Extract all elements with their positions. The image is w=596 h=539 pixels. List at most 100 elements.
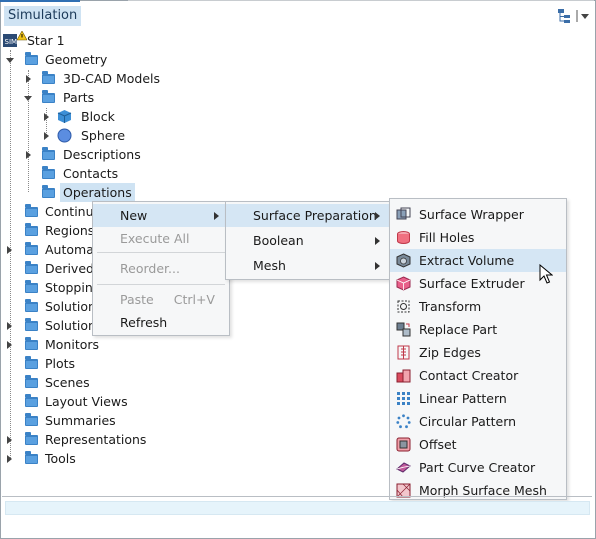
tree-item-label: Plots [45,356,76,371]
expand-arrow-icon[interactable] [7,322,12,330]
tree-item-automation[interactable]: Automation [0,240,92,259]
tree-item-derived-parts[interactable]: Derived Parts [0,259,92,278]
menu-item-label: Execute All [120,231,190,246]
submenu-arrow-icon [375,237,380,245]
expand-arrow-icon[interactable] [26,75,31,83]
expand-arrow-icon[interactable] [7,436,12,444]
tree-item-plots[interactable]: Plots [0,354,200,373]
tree-item-star[interactable]: SIM Star 1 [0,31,200,50]
menu-item-label: Offset [419,437,457,452]
menu-item-refresh[interactable]: Refresh [93,311,229,334]
surface-preparation-submenu: Surface Wrapper Fill Holes Extract Volum… [389,198,567,500]
menu-item-label: Circular Pattern [419,414,517,429]
panel-menu-icon[interactable] [576,8,592,24]
tree-item-label: Geometry [45,52,108,67]
menu-item-new[interactable]: New [93,204,229,227]
tree-item-representations[interactable]: Representations [0,430,200,449]
tree-item-continua[interactable]: Continua [0,202,92,221]
menu-item-boolean[interactable]: Boolean [226,229,390,252]
menu-item-offset[interactable]: Offset [390,433,566,456]
tree-item-label: Stopping Criteria [45,280,92,295]
menu-item-surface-wrapper[interactable]: Surface Wrapper [390,203,566,226]
menu-separator [97,252,225,253]
menu-item-label: Refresh [120,315,168,330]
tree-item-label: Monitors [45,337,100,352]
menu-item-mesh[interactable]: Mesh [226,254,390,277]
tree-item-contacts[interactable]: Contacts [0,164,200,183]
menu-item-label: Reorder... [120,261,180,276]
tree-item-label: Summaries [45,413,116,428]
tree-item-label: Parts [63,90,95,105]
panel-title[interactable]: Simulation [4,6,82,26]
menu-item-label: Surface Wrapper [419,207,524,222]
collapse-arrow-icon[interactable] [24,96,32,101]
svg-text:SIM: SIM [5,38,18,46]
submenu-arrow-icon [375,212,380,220]
folder-icon [25,432,38,445]
folder-icon [25,242,38,255]
menu-item-fill-holes[interactable]: Fill Holes [390,226,566,249]
menu-item-transform[interactable]: Transform [390,295,566,318]
expand-arrow-icon[interactable] [44,113,49,121]
zip-edges-icon [397,345,410,360]
menu-item-circular-pattern[interactable]: Circular Pattern [390,410,566,433]
expand-arrow-icon[interactable] [26,151,31,159]
menu-item-surface-preparation[interactable]: Surface Preparation [226,204,390,227]
tree-item-3d-cad-models[interactable]: 3D-CAD Models [0,69,200,88]
tree-item-stopping-criteria[interactable]: Stopping Criteria [0,278,92,297]
tree-item-scenes[interactable]: Scenes [0,373,200,392]
folder-icon [42,147,55,160]
tree-item-block[interactable]: Block [0,107,200,126]
tree-item-operations[interactable]: Operations [0,183,200,202]
tree-item-solution-views[interactable]: Solution Views [0,316,92,335]
tree-item-label: Derived Parts [45,261,92,276]
new-submenu: Surface Preparation Boolean Mesh [225,201,391,280]
folder-icon [25,223,38,236]
linear-pattern-icon [397,392,410,405]
tree-item-geometry[interactable]: Geometry [0,50,200,69]
folder-icon [25,451,38,464]
expand-arrow-icon[interactable] [7,341,12,349]
tree-item-label: Representations [45,432,147,447]
tree-item-monitors[interactable]: Monitors [0,335,200,354]
menu-item-contact-creator[interactable]: Contact Creator [390,364,566,387]
menu-item-paste[interactable]: Paste Ctrl+V [93,288,229,311]
folder-icon [25,280,38,293]
expand-arrow-icon[interactable] [7,246,12,254]
tree-item-label: 3D-CAD Models [63,71,161,86]
expand-arrow-icon[interactable] [7,455,12,463]
menu-item-linear-pattern[interactable]: Linear Pattern [390,387,566,410]
tree-item-layout-views[interactable]: Layout Views [0,392,200,411]
menu-item-execute-all[interactable]: Execute All [93,227,229,250]
surface-wrapper-icon [396,207,411,220]
tree-item-parts[interactable]: Parts [0,88,200,107]
tree-item-regions[interactable]: Regions [0,221,92,240]
tree-item-label: Layout Views [45,394,128,409]
folder-icon [42,166,55,179]
menu-item-reorder[interactable]: Reorder... [93,257,229,280]
sphere-part-icon [57,128,72,143]
folder-icon [25,52,38,65]
tree-item-label: Solution Histories [45,299,92,314]
menu-item-label: Paste [120,292,154,307]
folder-icon [25,375,38,388]
fill-holes-icon [397,231,410,244]
mouse-cursor-icon [539,264,553,284]
menu-item-replace-part[interactable]: Replace Part [390,318,566,341]
tree-item-tools[interactable]: Tools [0,449,200,468]
tree-item-descriptions[interactable]: Descriptions [0,145,200,164]
tree-filter-icon[interactable] [557,8,573,24]
expand-arrow-icon[interactable] [44,132,49,140]
menu-item-label: Surface Extruder [419,276,525,291]
menu-item-part-curve-creator[interactable]: Part Curve Creator [390,456,566,479]
tree-item-label: Solution Views [45,318,92,333]
menu-item-label: Fill Holes [419,230,475,245]
menu-item-zip-edges[interactable]: Zip Edges [390,341,566,364]
folder-icon [25,394,38,407]
collapse-arrow-icon[interactable] [6,58,14,63]
folder-icon [25,337,38,350]
folder-icon [25,299,38,312]
tree-item-summaries[interactable]: Summaries [0,411,200,430]
tree-item-sphere[interactable]: Sphere [0,126,200,145]
tree-item-solution-histories[interactable]: Solution Histories [0,297,92,316]
